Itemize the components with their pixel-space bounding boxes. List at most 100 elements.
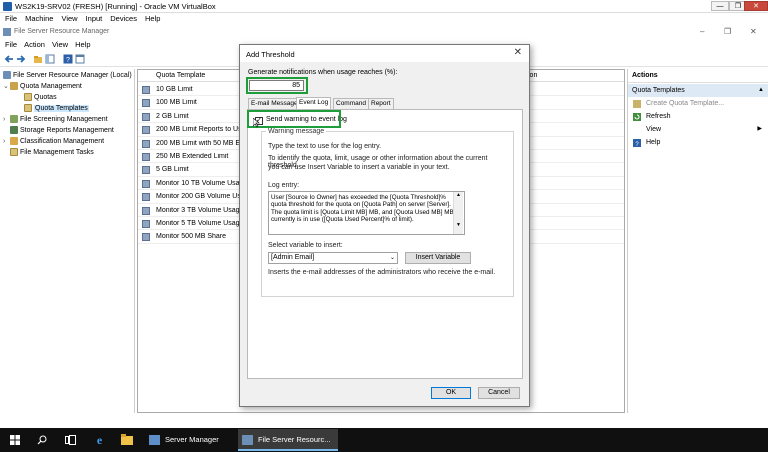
tab-email-message[interactable]: E-mail Message — [248, 98, 301, 109]
quota-template-name: Monitor 5 TB Volume Usage — [156, 220, 244, 227]
quota-templates-icon — [24, 104, 32, 113]
close-icon[interactable]: ✕ — [514, 47, 522, 58]
tree-item-quota-management[interactable]: ⌄ Quota Management — [3, 82, 82, 92]
action-create-quota-template[interactable]: Create Quota Template... — [628, 97, 768, 110]
instruction-text: Type the text to use for the log entry. — [268, 143, 382, 150]
collapse-icon[interactable]: ▲ — [758, 84, 764, 97]
start-windows-icon[interactable] — [10, 435, 20, 445]
tab-command[interactable]: Command — [333, 98, 369, 109]
app-menu-file[interactable]: File — [5, 39, 17, 51]
instruction-text: you can use Insert Variable to insert a … — [268, 164, 450, 171]
quota-template-name: Monitor 10 TB Volume Usag — [156, 179, 244, 187]
textarea-scrollbar[interactable]: ▲ ▼ — [453, 192, 463, 234]
app-minimize-button[interactable]: – — [700, 27, 704, 36]
action-refresh[interactable]: Refresh — [628, 110, 768, 123]
threshold-percent-label: Generate notifications when usage reache… — [248, 69, 398, 76]
tree-expand-toggle[interactable]: › — [3, 115, 10, 125]
app-menu-action[interactable]: Action — [24, 39, 45, 51]
server-manager-icon — [149, 435, 160, 445]
svg-text:?: ? — [66, 57, 70, 64]
task-view-icon[interactable] — [65, 435, 76, 445]
show-hide-tree-icon[interactable] — [45, 54, 55, 64]
tree-item-quota-templates[interactable]: Quota Templates — [24, 104, 89, 114]
file-management-tasks-icon — [10, 148, 18, 157]
quota-template-icon — [142, 126, 150, 135]
vbox-menu-help[interactable]: Help — [145, 13, 160, 24]
quota-template-name: Monitor 500 MB Share — [156, 233, 227, 241]
quota-template-name: 2 GB Limit — [156, 112, 189, 120]
quota-template-name: 200 MB Limit with 50 MB E — [156, 139, 241, 147]
variable-select-value: [Admin Email] — [271, 254, 315, 261]
quota-template-name: 250 MB Extended Limit — [156, 153, 229, 160]
tree-item-classification[interactable]: › Classification Management — [3, 137, 104, 147]
tree-item-quotas[interactable]: Quotas — [24, 93, 57, 103]
taskbar-file-server-resource-manager[interactable]: File Server Resourc... — [238, 429, 338, 451]
vbox-menu-file[interactable]: File — [5, 13, 17, 24]
console-tree: File Server Resource Manager (Local) ⌄ Qu… — [0, 69, 135, 413]
insert-variable-button[interactable]: Insert Variable — [405, 252, 471, 264]
vbox-close-button[interactable]: ✕ — [744, 1, 768, 11]
quota-template-icon — [142, 193, 150, 202]
warning-message-group-label: Warning message — [266, 128, 327, 135]
refresh-icon — [633, 113, 641, 121]
console-tree-icon[interactable] — [75, 54, 85, 64]
actions-section-quota-templates[interactable]: Quota Templates ▲ — [628, 84, 768, 97]
task-label: File Server Resourc... — [258, 435, 331, 444]
windows-taskbar: e Server Manager File Server Resourc... — [0, 428, 768, 452]
add-threshold-dialog: Add Threshold ✕ Generate notifications w… — [239, 44, 530, 407]
quota-template-icon — [142, 179, 150, 188]
file-explorer-icon[interactable] — [121, 434, 133, 445]
action-view[interactable]: View ▶ — [628, 123, 768, 136]
quota-template-icon — [142, 220, 150, 228]
app-menu-help[interactable]: Help — [75, 39, 90, 51]
mouse-cursor-icon — [253, 118, 260, 128]
classification-icon — [10, 137, 18, 146]
tab-report[interactable]: Report — [368, 98, 394, 109]
vbox-window-title: WS2K19-SRV02 (FRESH) [Running] - Oracle … — [15, 2, 216, 11]
tree-expand-toggle[interactable]: ⌄ — [3, 82, 10, 92]
quota-template-name: 5 GB Limit — [156, 166, 189, 174]
vbox-minimize-button[interactable]: — — [711, 1, 729, 11]
internet-explorer-icon[interactable]: e — [93, 433, 106, 446]
quota-template-name: Monitor 3 TB Volume Usage — [156, 206, 244, 214]
vbox-menu-input[interactable]: Input — [86, 13, 103, 24]
vbox-menu-devices[interactable]: Devices — [110, 13, 137, 24]
file-screening-icon — [10, 115, 18, 124]
fsrm-app-icon — [3, 28, 11, 36]
search-icon[interactable] — [37, 435, 47, 445]
scroll-down-icon[interactable]: ▼ — [454, 222, 463, 228]
back-arrow-icon[interactable] — [4, 54, 14, 64]
vbox-menu-machine[interactable]: Machine — [25, 13, 53, 24]
create-template-icon — [633, 100, 641, 108]
tree-item-fsrm-root[interactable]: File Server Resource Manager (Local) — [3, 71, 132, 81]
highlight-box — [246, 77, 308, 94]
vbox-menu-view[interactable]: View — [61, 13, 77, 24]
action-help[interactable]: ? Help — [628, 136, 768, 149]
quota-template-name: Monitor 200 GB Volume Usa — [156, 193, 245, 201]
ok-button[interactable]: OK — [431, 387, 471, 399]
variable-select[interactable]: [Admin Email] ⌄ — [268, 252, 398, 264]
taskbar-server-manager[interactable]: Server Manager — [145, 429, 235, 451]
app-close-button[interactable]: ✕ — [750, 27, 757, 36]
action-label: Help — [646, 139, 661, 146]
tree-item-file-management-tasks[interactable]: File Management Tasks — [10, 148, 94, 158]
tree-expand-toggle[interactable]: › — [3, 137, 10, 147]
scroll-up-icon[interactable]: ▲ — [454, 192, 463, 198]
app-menu-view[interactable]: View — [52, 39, 68, 51]
server-icon — [3, 71, 11, 80]
quota-template-icon — [142, 139, 150, 148]
tree-item-storage-reports[interactable]: Storage Reports Management — [10, 126, 114, 136]
quota-template-icon — [142, 206, 150, 215]
app-restore-button[interactable]: ❐ — [724, 27, 731, 36]
tab-event-log[interactable]: Event Log — [296, 97, 332, 109]
log-entry-textarea[interactable]: User [Source Io Owner] has exceeded the … — [268, 191, 465, 235]
forward-arrow-icon[interactable] — [16, 54, 26, 64]
tree-item-file-screening[interactable]: › File Screening Management — [3, 115, 108, 125]
task-label: Server Manager — [165, 435, 219, 444]
fsrm-taskbar-icon — [242, 435, 253, 445]
help-icon[interactable]: ? — [63, 54, 73, 64]
quota-template-icon — [142, 99, 150, 108]
column-header-quota-template[interactable]: Quota Template — [156, 72, 205, 79]
cancel-button[interactable]: Cancel — [478, 387, 520, 399]
up-folder-icon[interactable] — [33, 54, 43, 64]
